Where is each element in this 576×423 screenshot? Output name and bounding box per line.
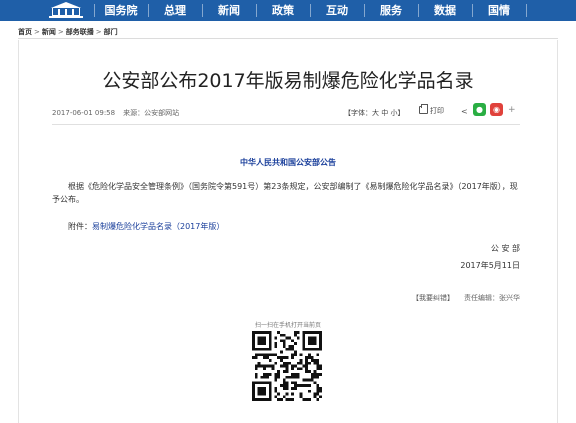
nav-item-guoqing[interactable]: 国情 [472, 0, 526, 21]
wechat-icon[interactable]: ● [473, 103, 486, 116]
print-button[interactable]: 打印 [419, 104, 444, 116]
top-nav-bar: 国务院 总理 新闻 政策 互动 服务 数据 国情 [0, 0, 576, 21]
nav-item-guowuyuan[interactable]: 国务院 [94, 0, 148, 21]
article-footer: 【我要纠错】 责任编辑：张兴华 [412, 293, 520, 303]
article-meta: 2017-06-01 09:58 来源：公安部网站 [52, 108, 179, 118]
share-icon[interactable]: < [461, 107, 468, 116]
sign-date: 2017年5月11日 [460, 261, 520, 270]
attachment-label: 附件： [68, 222, 92, 231]
weibo-icon[interactable]: ◉ [490, 103, 503, 116]
attachment-link[interactable]: 易制爆危险化学品名录（2017年版） [92, 222, 224, 231]
nav-divider [526, 4, 527, 17]
breadcrumb-news[interactable]: 新闻 [42, 28, 56, 36]
qr-caption: 扫一扫在手机打开当前页 [254, 322, 321, 329]
print-label: 打印 [430, 107, 444, 115]
breadcrumb: 首页 > 新闻 > 部务联播 > 部门 [18, 27, 118, 37]
source-label: 来源： [123, 109, 145, 117]
breadcrumb-separator: > [57, 28, 64, 36]
font-size-control[interactable]: 【字体：大 中 小】 [344, 108, 404, 118]
announcement-heading: 中华人民共和国公安部公告 [240, 158, 336, 167]
nav-item-shuju[interactable]: 数据 [418, 0, 472, 21]
publish-date: 2017-06-01 09:58 [52, 109, 116, 117]
article-title: 公安部公布2017年版易制爆危险化学品名录 [102, 70, 474, 92]
report-error-link[interactable]: 【我要纠错】 [412, 294, 454, 302]
editor-credit: 责任编辑：张兴华 [464, 294, 520, 302]
plus-icon[interactable]: + [508, 105, 516, 115]
breadcrumb-home[interactable]: 首页 [18, 28, 32, 36]
meta-divider [52, 124, 520, 125]
attachment-line: 附件：易制爆危险化学品名录（2017年版） [52, 220, 520, 233]
nav-item-hudong[interactable]: 互动 [310, 0, 364, 21]
printer-icon [419, 104, 428, 114]
qr-code-icon [251, 331, 323, 401]
breadcrumb-bulletin[interactable]: 部务联播 [66, 28, 94, 36]
breadcrumb-divider [18, 38, 558, 39]
nav-item-zhengce[interactable]: 政策 [256, 0, 310, 21]
qr-code-graphic [252, 331, 322, 401]
nav-item-xinwen[interactable]: 新闻 [202, 0, 256, 21]
gov-logo-icon[interactable] [47, 2, 85, 19]
breadcrumb-separator: > [34, 28, 40, 36]
nav-item-zongli[interactable]: 总理 [148, 0, 202, 21]
source-name: 公安部网站 [144, 109, 180, 117]
signatory: 公 安 部 [490, 244, 520, 253]
breadcrumb-separator: > [95, 28, 102, 36]
breadcrumb-department[interactable]: 部门 [104, 28, 118, 36]
article-paragraph: 根据《危险化学品安全管理条例》（国务院令第591号）第23条规定，公安部编制了《… [52, 182, 518, 204]
nav-item-fuwu[interactable]: 服务 [364, 0, 418, 21]
